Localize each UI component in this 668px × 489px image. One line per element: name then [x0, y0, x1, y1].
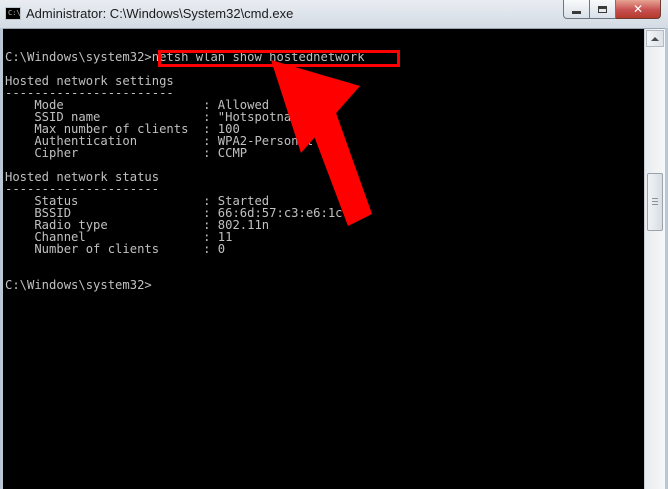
- title-bar[interactable]: C:\ Administrator: C:\Windows\System32\c…: [0, 0, 668, 29]
- maximize-button[interactable]: [590, 0, 616, 19]
- cmd-icon[interactable]: C:\: [5, 7, 21, 20]
- scroll-thumb[interactable]: [647, 173, 663, 231]
- window-title: Administrator: C:\Windows\System32\cmd.e…: [26, 6, 294, 21]
- scroll-grip-line: [652, 198, 658, 199]
- maximize-icon: [598, 5, 607, 13]
- console-output-area[interactable]: C:\Windows\system32>netsh wlan show host…: [3, 29, 644, 489]
- command-highlight-box: [158, 50, 400, 67]
- close-icon: ✕: [632, 2, 644, 16]
- window-controls: ✕: [563, 0, 661, 19]
- console-text: C:\Windows\system32>netsh wlan show host…: [5, 50, 365, 292]
- minimize-button[interactable]: [563, 0, 590, 19]
- close-button[interactable]: ✕: [616, 0, 661, 19]
- scroll-up-icon: [651, 36, 659, 41]
- cmd-window: C:\ Administrator: C:\Windows\System32\c…: [0, 0, 668, 489]
- scroll-up-button[interactable]: [646, 30, 664, 47]
- cmd-icon-text: C:\: [8, 9, 21, 17]
- scroll-grip-line: [652, 204, 658, 205]
- minimize-icon: [572, 10, 581, 14]
- scroll-grip-line: [652, 201, 658, 202]
- vertical-scrollbar[interactable]: [644, 29, 665, 489]
